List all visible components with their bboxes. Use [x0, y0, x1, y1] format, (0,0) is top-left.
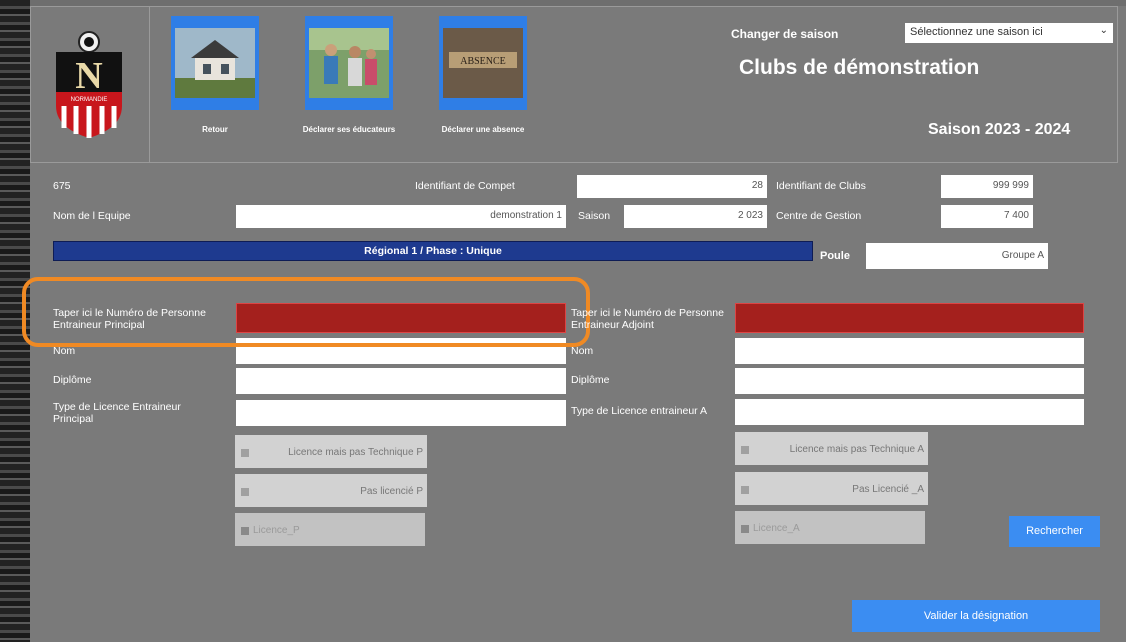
assistant-licence-not-technical-checkbox[interactable]: Licence mais pas Technique A — [735, 432, 928, 465]
chevron-down-icon: ⌄ — [1099, 25, 1108, 36]
principal-not-licensed-checkbox[interactable]: Pas licencié P — [235, 474, 427, 507]
season-select[interactable]: Sélectionnez une saison ici ⌄ — [905, 23, 1113, 43]
assistant-licence-checkbox[interactable]: Licence_A — [735, 511, 925, 544]
assistant-licence-type-label: Type de Licence entraineur A — [571, 405, 708, 417]
club-id-field[interactable]: 999 999 — [941, 175, 1033, 198]
team-name-field[interactable]: demonstration 1 — [236, 205, 566, 228]
assistant-diploma-field[interactable] — [735, 368, 1084, 394]
assistant-licence-not-technical-text: Licence mais pas Technique A — [789, 444, 924, 455]
season-label: Saison — [578, 210, 611, 222]
principal-diploma-label: Diplôme — [53, 374, 92, 386]
highlight-annotation — [22, 277, 590, 347]
declare-coaches-caption[interactable]: Déclarer ses éducateurs — [290, 125, 408, 134]
principal-licence-checkbox[interactable]: Licence_P — [235, 513, 425, 546]
management-center-field[interactable]: 7 400 — [941, 205, 1033, 228]
declare-absence-caption[interactable]: Déclarer une absence — [424, 125, 542, 134]
back-tile[interactable] — [171, 16, 259, 110]
absence-tiles-icon: ABSENCE — [443, 28, 523, 98]
club-id-label: Identifiant de Clubs — [776, 180, 866, 192]
assistant-person-number-label: Taper ici le Numéro de Personne Entraine… — [571, 307, 724, 331]
checkbox-square-icon — [241, 488, 249, 496]
assistant-diploma-label: Diplôme — [571, 374, 610, 386]
team-name-label: Nom de l Equipe — [53, 210, 131, 222]
svg-text:N: N — [75, 55, 102, 97]
assistant-not-licensed-text: Pas Licencié _A — [852, 484, 924, 495]
assistant-name-field[interactable] — [735, 338, 1084, 364]
declare-coaches-tile[interactable] — [305, 16, 393, 110]
principal-licence-text: Licence_P — [253, 525, 300, 536]
house-photo-icon — [175, 28, 255, 98]
declare-absence-tile[interactable]: ABSENCE — [439, 16, 527, 110]
principal-licence-not-technical-text: Licence mais pas Technique P — [288, 447, 423, 458]
assistant-licence-type-field[interactable] — [735, 399, 1084, 425]
checkbox-square-icon — [741, 525, 749, 533]
principal-licence-not-technical-checkbox[interactable]: Licence mais pas Technique P — [235, 435, 427, 468]
checkbox-square-icon — [741, 446, 749, 454]
coaches-photo-icon — [309, 28, 389, 98]
principal-diploma-field[interactable] — [236, 368, 566, 394]
principal-licence-type-field[interactable] — [236, 400, 566, 426]
division-banner: Régional 1 / Phase : Unique — [53, 241, 813, 261]
pool-label: Poule — [820, 250, 850, 262]
assistant-name-label: Nom — [571, 345, 594, 357]
assistant-person-number-input[interactable] — [735, 303, 1084, 333]
checkbox-square-icon — [741, 486, 749, 494]
validate-designation-button[interactable]: Valider la désignation — [852, 600, 1100, 632]
compet-id-field[interactable]: 28 — [577, 175, 767, 198]
checkbox-square-icon — [241, 449, 249, 457]
svg-text:NORMANDIE: NORMANDIE — [71, 97, 108, 103]
league-logo-icon: N NORMANDIE — [56, 31, 122, 138]
back-caption[interactable]: Retour — [171, 125, 259, 134]
absence-tile-text: ABSENCE — [460, 56, 506, 67]
assistant-licence-text: Licence_A — [753, 523, 800, 534]
season-title: Saison 2023 - 2024 — [928, 121, 1071, 138]
search-button[interactable]: Rechercher — [1009, 516, 1100, 547]
checkbox-square-icon — [241, 527, 249, 535]
principal-licence-type-label: Type de Licence Entraineur Principal — [53, 401, 181, 425]
assistant-not-licensed-checkbox[interactable]: Pas Licencié _A — [735, 472, 928, 505]
season-select-value: Sélectionnez une saison ici — [910, 26, 1043, 38]
season-field[interactable]: 2 023 — [624, 205, 767, 228]
club-title: Clubs de démonstration — [739, 56, 980, 79]
team-code: 675 — [53, 180, 71, 192]
principal-not-licensed-text: Pas licencié P — [360, 486, 423, 497]
compet-id-label: Identifiant de Compet — [415, 180, 515, 192]
pool-field[interactable]: Groupe A — [866, 243, 1048, 269]
management-center-label: Centre de Gestion — [776, 210, 862, 222]
season-switch-label: Changer de saison — [731, 27, 839, 41]
